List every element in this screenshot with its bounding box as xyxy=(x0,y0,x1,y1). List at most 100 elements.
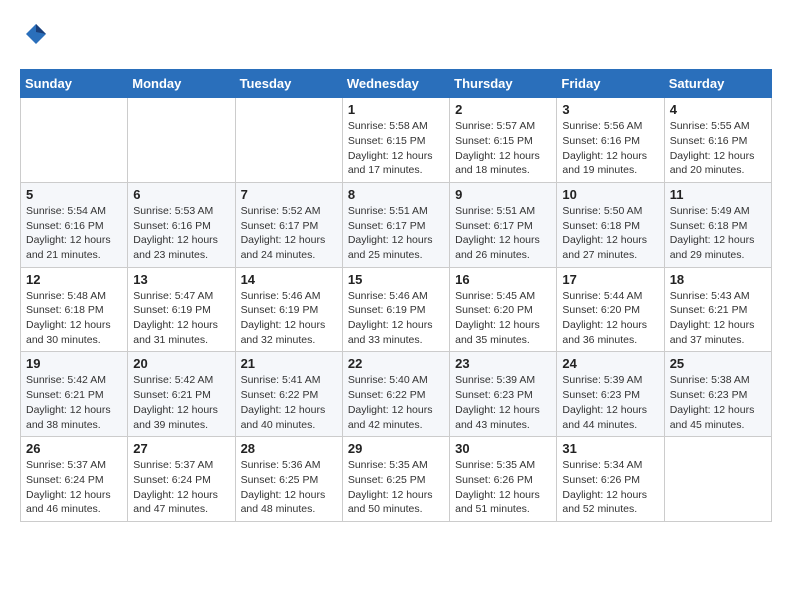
calendar-cell: 12 Sunrise: 5:48 AM Sunset: 6:18 PM Dayli… xyxy=(21,267,128,352)
day-number: 26 xyxy=(26,441,122,456)
day-number: 30 xyxy=(455,441,551,456)
calendar-cell: 29 Sunrise: 5:35 AM Sunset: 6:25 PM Dayli… xyxy=(342,437,449,522)
calendar-cell xyxy=(664,437,771,522)
week-row-4: 26 Sunrise: 5:37 AM Sunset: 6:24 PM Dayli… xyxy=(21,437,772,522)
day-info: Sunrise: 5:55 AM Sunset: 6:16 PM Dayligh… xyxy=(670,119,766,178)
logo-icon xyxy=(22,20,50,48)
day-number: 10 xyxy=(562,187,658,202)
day-number: 9 xyxy=(455,187,551,202)
day-info: Sunrise: 5:42 AM Sunset: 6:21 PM Dayligh… xyxy=(133,373,229,432)
calendar-cell xyxy=(235,98,342,183)
day-info: Sunrise: 5:58 AM Sunset: 6:15 PM Dayligh… xyxy=(348,119,444,178)
week-row-2: 12 Sunrise: 5:48 AM Sunset: 6:18 PM Dayli… xyxy=(21,267,772,352)
week-row-3: 19Sunrise: 5:42 AM Sunset: 6:21 PM Dayli… xyxy=(21,352,772,437)
day-number: 23 xyxy=(455,356,551,371)
day-info: Sunrise: 5:43 AM Sunset: 6:21 PM Dayligh… xyxy=(670,289,766,348)
day-number: 14 xyxy=(241,272,337,287)
calendar-cell: 14Sunrise: 5:46 AM Sunset: 6:19 PM Dayli… xyxy=(235,267,342,352)
day-info: Sunrise: 5:36 AM Sunset: 6:25 PM Dayligh… xyxy=(241,458,337,517)
day-number: 16 xyxy=(455,272,551,287)
calendar-cell: 28 Sunrise: 5:36 AM Sunset: 6:25 PM Dayli… xyxy=(235,437,342,522)
calendar-cell: 16 Sunrise: 5:45 AM Sunset: 6:20 PM Dayli… xyxy=(450,267,557,352)
weekday-header-row: SundayMondayTuesdayWednesdayThursdayFrid… xyxy=(21,70,772,98)
day-info: Sunrise: 5:39 AM Sunset: 6:23 PM Dayligh… xyxy=(562,373,658,432)
day-info: Sunrise: 5:44 AM Sunset: 6:20 PM Dayligh… xyxy=(562,289,658,348)
calendar-cell: 13 Sunrise: 5:47 AM Sunset: 6:19 PM Dayli… xyxy=(128,267,235,352)
day-info: Sunrise: 5:56 AM Sunset: 6:16 PM Dayligh… xyxy=(562,119,658,178)
day-number: 13 xyxy=(133,272,229,287)
day-info: Sunrise: 5:39 AM Sunset: 6:23 PM Dayligh… xyxy=(455,373,551,432)
day-number: 12 xyxy=(26,272,122,287)
weekday-monday: Monday xyxy=(128,70,235,98)
calendar-cell: 7Sunrise: 5:52 AM Sunset: 6:17 PM Daylig… xyxy=(235,182,342,267)
calendar-cell: 17 Sunrise: 5:44 AM Sunset: 6:20 PM Dayli… xyxy=(557,267,664,352)
calendar-cell: 23 Sunrise: 5:39 AM Sunset: 6:23 PM Dayli… xyxy=(450,352,557,437)
calendar-cell: 19Sunrise: 5:42 AM Sunset: 6:21 PM Dayli… xyxy=(21,352,128,437)
weekday-saturday: Saturday xyxy=(664,70,771,98)
calendar-cell: 22 Sunrise: 5:40 AM Sunset: 6:22 PM Dayli… xyxy=(342,352,449,437)
calendar-cell: 10 Sunrise: 5:50 AM Sunset: 6:18 PM Dayli… xyxy=(557,182,664,267)
calendar-cell: 8Sunrise: 5:51 AM Sunset: 6:17 PM Daylig… xyxy=(342,182,449,267)
day-info: Sunrise: 5:37 AM Sunset: 6:24 PM Dayligh… xyxy=(26,458,122,517)
day-number: 4 xyxy=(670,102,766,117)
day-number: 15 xyxy=(348,272,444,287)
day-info: Sunrise: 5:34 AM Sunset: 6:26 PM Dayligh… xyxy=(562,458,658,517)
day-number: 18 xyxy=(670,272,766,287)
calendar-table: SundayMondayTuesdayWednesdayThursdayFrid… xyxy=(20,69,772,522)
calendar-cell: 5 Sunrise: 5:54 AM Sunset: 6:16 PM Daylig… xyxy=(21,182,128,267)
day-info: Sunrise: 5:35 AM Sunset: 6:25 PM Dayligh… xyxy=(348,458,444,517)
day-info: Sunrise: 5:53 AM Sunset: 6:16 PM Dayligh… xyxy=(133,204,229,263)
day-number: 1 xyxy=(348,102,444,117)
day-info: Sunrise: 5:46 AM Sunset: 6:19 PM Dayligh… xyxy=(348,289,444,348)
day-number: 31 xyxy=(562,441,658,456)
day-number: 17 xyxy=(562,272,658,287)
day-number: 25 xyxy=(670,356,766,371)
calendar-cell: 9 Sunrise: 5:51 AM Sunset: 6:17 PM Daylig… xyxy=(450,182,557,267)
day-info: Sunrise: 5:48 AM Sunset: 6:18 PM Dayligh… xyxy=(26,289,122,348)
calendar-cell: 24Sunrise: 5:39 AM Sunset: 6:23 PM Dayli… xyxy=(557,352,664,437)
day-info: Sunrise: 5:40 AM Sunset: 6:22 PM Dayligh… xyxy=(348,373,444,432)
day-info: Sunrise: 5:35 AM Sunset: 6:26 PM Dayligh… xyxy=(455,458,551,517)
calendar-cell xyxy=(128,98,235,183)
day-number: 28 xyxy=(241,441,337,456)
calendar-cell: 6 Sunrise: 5:53 AM Sunset: 6:16 PM Daylig… xyxy=(128,182,235,267)
weekday-friday: Friday xyxy=(557,70,664,98)
day-number: 7 xyxy=(241,187,337,202)
weekday-thursday: Thursday xyxy=(450,70,557,98)
weekday-wednesday: Wednesday xyxy=(342,70,449,98)
calendar-cell: 25 Sunrise: 5:38 AM Sunset: 6:23 PM Dayli… xyxy=(664,352,771,437)
day-number: 21 xyxy=(241,356,337,371)
day-info: Sunrise: 5:41 AM Sunset: 6:22 PM Dayligh… xyxy=(241,373,337,432)
day-number: 22 xyxy=(348,356,444,371)
calendar-cell: 11 Sunrise: 5:49 AM Sunset: 6:18 PM Dayli… xyxy=(664,182,771,267)
day-number: 20 xyxy=(133,356,229,371)
day-info: Sunrise: 5:45 AM Sunset: 6:20 PM Dayligh… xyxy=(455,289,551,348)
calendar-cell: 2Sunrise: 5:57 AM Sunset: 6:15 PM Daylig… xyxy=(450,98,557,183)
calendar-cell: 15 Sunrise: 5:46 AM Sunset: 6:19 PM Dayli… xyxy=(342,267,449,352)
calendar-body: 1 Sunrise: 5:58 AM Sunset: 6:15 PM Daylig… xyxy=(21,98,772,522)
day-number: 6 xyxy=(133,187,229,202)
day-number: 29 xyxy=(348,441,444,456)
day-number: 3 xyxy=(562,102,658,117)
weekday-tuesday: Tuesday xyxy=(235,70,342,98)
day-info: Sunrise: 5:54 AM Sunset: 6:16 PM Dayligh… xyxy=(26,204,122,263)
calendar-cell: 20 Sunrise: 5:42 AM Sunset: 6:21 PM Dayli… xyxy=(128,352,235,437)
day-info: Sunrise: 5:38 AM Sunset: 6:23 PM Dayligh… xyxy=(670,373,766,432)
day-number: 11 xyxy=(670,187,766,202)
day-number: 5 xyxy=(26,187,122,202)
calendar-cell: 3 Sunrise: 5:56 AM Sunset: 6:16 PM Daylig… xyxy=(557,98,664,183)
day-info: Sunrise: 5:51 AM Sunset: 6:17 PM Dayligh… xyxy=(455,204,551,263)
day-info: Sunrise: 5:49 AM Sunset: 6:18 PM Dayligh… xyxy=(670,204,766,263)
calendar-cell: 30 Sunrise: 5:35 AM Sunset: 6:26 PM Dayli… xyxy=(450,437,557,522)
weekday-sunday: Sunday xyxy=(21,70,128,98)
calendar-cell: 18 Sunrise: 5:43 AM Sunset: 6:21 PM Dayli… xyxy=(664,267,771,352)
day-info: Sunrise: 5:50 AM Sunset: 6:18 PM Dayligh… xyxy=(562,204,658,263)
day-info: Sunrise: 5:37 AM Sunset: 6:24 PM Dayligh… xyxy=(133,458,229,517)
calendar-cell: 21 Sunrise: 5:41 AM Sunset: 6:22 PM Dayli… xyxy=(235,352,342,437)
week-row-0: 1 Sunrise: 5:58 AM Sunset: 6:15 PM Daylig… xyxy=(21,98,772,183)
day-info: Sunrise: 5:57 AM Sunset: 6:15 PM Dayligh… xyxy=(455,119,551,178)
calendar-cell: 31 Sunrise: 5:34 AM Sunset: 6:26 PM Dayli… xyxy=(557,437,664,522)
calendar-cell: 1 Sunrise: 5:58 AM Sunset: 6:15 PM Daylig… xyxy=(342,98,449,183)
day-info: Sunrise: 5:47 AM Sunset: 6:19 PM Dayligh… xyxy=(133,289,229,348)
calendar-cell xyxy=(21,98,128,183)
